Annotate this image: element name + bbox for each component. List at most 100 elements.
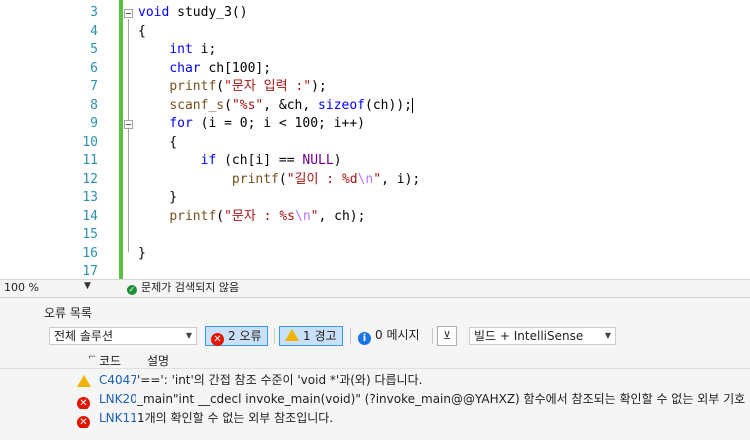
scope-dropdown[interactable]: 전체 솔루션 ▼ <box>49 327 197 345</box>
build-source-value: 빌드 + IntelliSense <box>474 329 584 343</box>
check-circle-icon: ✓ <box>127 285 137 295</box>
sort-icon[interactable]: ⌐ <box>88 352 96 363</box>
error-code-link[interactable]: LNK1120 <box>99 409 136 428</box>
code-token: study_3() <box>169 5 248 20</box>
info-icon: i <box>358 332 371 345</box>
code-token: \n <box>357 171 374 187</box>
editor-gutter: 3 4 5 6 7 8 9 10 11 12 13 14 15 16 17 <box>0 0 108 279</box>
scope-dropdown-value: 전체 솔루션 <box>54 329 114 343</box>
build-source-dropdown[interactable]: 빌드 + IntelliSense ▼ <box>469 327 616 345</box>
line-number: 12 <box>82 171 98 187</box>
code-token: "%s" <box>231 97 264 113</box>
line-number: 3 <box>90 5 98 20</box>
warnings-filter-button[interactable]: 1 경고 <box>279 326 343 346</box>
code-line[interactable] <box>138 226 750 245</box>
code-line[interactable]: { <box>138 134 750 153</box>
code-line[interactable]: { <box>138 23 750 42</box>
code-line[interactable]: } <box>138 189 750 208</box>
code-token: printf <box>169 208 217 224</box>
code-token: , &ch, <box>263 97 319 113</box>
chevron-down-icon: ▼ <box>604 331 611 340</box>
errors-filter-button[interactable]: ✕ 2 오류 <box>205 326 268 346</box>
filter-icon[interactable]: ⊻ <box>437 326 457 346</box>
code-token: "문자 : %s <box>224 208 295 224</box>
code-line[interactable]: int i; <box>138 41 750 60</box>
code-line[interactable]: if (ch[i] == NULL) <box>138 152 750 171</box>
error-list-header: ⌐ 코드 설명 <box>0 350 750 369</box>
code-token: , ch); <box>318 208 366 224</box>
error-list-toolbar: 전체 솔루션 ▼ ✕ 2 오류 1 경고 i 0 메시지 ⊻ 빌드 + Intell… <box>0 322 750 350</box>
code-token: char <box>169 60 201 76</box>
code-token: "길이 : %d <box>286 171 358 187</box>
code-token: " <box>373 171 382 187</box>
code-token: NULL <box>302 153 334 168</box>
column-header-description[interactable]: 설명 <box>147 352 169 369</box>
separator <box>432 328 433 344</box>
code-token: scanf_s <box>169 97 225 113</box>
error-description: _main"int __cdecl invoke_main(void)" (?i… <box>137 392 746 406</box>
fold-toggle-for[interactable] <box>124 120 133 129</box>
error-description: 1개의 확인할 수 없는 외부 참조입니다. <box>137 411 334 425</box>
error-list-panel: 오류 목록 전체 솔루션 ▼ ✕ 2 오류 1 경고 i 0 메시지 ⊻ 빌드 + … <box>0 297 750 440</box>
error-icon: ✕ <box>77 412 90 428</box>
zoom-select[interactable]: 100 % <box>4 281 64 295</box>
code-line[interactable]: for (i = 0; i < 100; i++) <box>138 115 750 134</box>
fold-toggle-function[interactable] <box>124 9 133 18</box>
code-token: (ch[i] == <box>216 153 303 168</box>
line-number: 17 <box>82 264 98 279</box>
code-line[interactable]: printf("문자 입력 :"); <box>138 78 750 97</box>
code-editor[interactable]: 3 4 5 6 7 8 9 10 11 12 13 14 15 16 17 void study_3(){ … <box>0 0 750 279</box>
code-token: ); <box>311 79 327 94</box>
column-header-code[interactable]: 코드 <box>99 352 121 369</box>
code-line[interactable] <box>138 263 750 279</box>
error-list-row[interactable]: C4047 '==': 'int'의 간접 참조 수준이 'void *'과(와… <box>0 371 750 390</box>
zoom-level: 100 % <box>4 281 39 294</box>
code-token: ( <box>278 171 287 187</box>
code-token: int <box>169 42 193 57</box>
line-number: 4 <box>90 23 98 39</box>
line-number: 6 <box>90 60 98 76</box>
line-number: 9 <box>90 116 98 131</box>
messages-filter-label: 0 메시지 <box>375 328 420 342</box>
issues-status-text: 문제가 검색되지 않음 <box>141 281 240 294</box>
line-number: 8 <box>90 97 98 113</box>
errors-filter-label: 2 오류 <box>228 329 262 343</box>
line-number: 5 <box>90 42 98 57</box>
messages-filter-button[interactable]: i 0 메시지 <box>353 326 425 346</box>
separator <box>274 328 275 344</box>
code-line[interactable]: char ch[100]; <box>138 60 750 79</box>
code-line[interactable]: printf("길이 : %d\n", i); <box>138 171 750 190</box>
code-token: ( <box>216 208 225 224</box>
error-code-link[interactable]: C4047 <box>99 371 136 390</box>
issues-status[interactable]: ✓ 문제가 검색되지 않음 <box>127 281 239 295</box>
code-line[interactable]: void study_3() <box>138 4 750 23</box>
code-token: ch[100]; <box>200 60 272 76</box>
code-token: \n <box>295 208 311 224</box>
text-caret <box>411 97 413 113</box>
error-icon: ✕ <box>77 393 90 409</box>
code-token: { <box>138 23 146 39</box>
code-line[interactable]: } <box>138 245 750 264</box>
code-line[interactable]: printf("문자 : %s\n", ch); <box>138 208 750 227</box>
error-icon: ✕ <box>211 333 224 346</box>
code-line[interactable]: scanf_s("%s", &ch, sizeof(ch)); <box>138 97 750 116</box>
code-token: printf <box>169 79 217 94</box>
change-tracking-bar <box>119 0 123 279</box>
error-list-row[interactable]: ✕ LNK1120 1개의 확인할 수 없는 외부 참조입니다. <box>0 409 750 428</box>
error-list-row[interactable]: ✕ LNK2019 _main"int __cdecl invoke_main(… <box>0 390 750 409</box>
separator <box>350 328 351 344</box>
code-token: ( <box>216 79 225 94</box>
error-code-link[interactable]: LNK2019 <box>99 390 136 409</box>
code-token: void <box>138 5 170 20</box>
chevron-down-icon[interactable]: ▼ <box>84 281 91 291</box>
code-token: , i); <box>381 171 421 187</box>
code-text[interactable]: void study_3(){ int i; char ch[100]; pri… <box>138 4 750 279</box>
code-token: printf <box>231 171 279 187</box>
line-number: 13 <box>82 190 98 205</box>
